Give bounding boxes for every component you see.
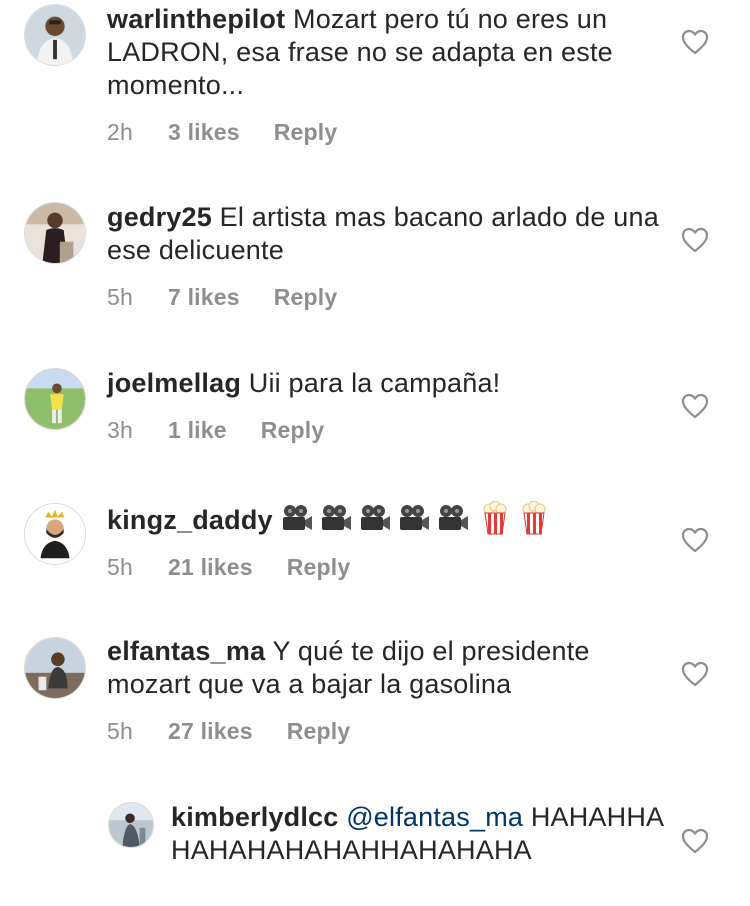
movie-camera-icon [280, 503, 314, 533]
like-heart-icon[interactable] [681, 527, 709, 553]
comment-time: 3h [107, 417, 133, 443]
emoji-row [280, 501, 548, 535]
comment-username[interactable]: gedry25 [107, 202, 212, 232]
avatar[interactable] [108, 802, 154, 848]
avatar[interactable] [24, 637, 86, 699]
comment-text: Uii para la campaña! [248, 368, 501, 398]
avatar[interactable] [24, 202, 86, 264]
reply-button[interactable]: Reply [274, 116, 338, 149]
comment-meta: 5h 21 likes Reply [107, 551, 667, 584]
comment-likes[interactable]: 27 likes [168, 715, 253, 748]
comment-body: joelmellag Uii para la campaña! 3h 1 lik… [107, 367, 667, 447]
comment-likes[interactable]: 3 likes [168, 116, 240, 149]
avatar-image [25, 5, 85, 65]
comment-time: 5h [107, 554, 133, 580]
like-heart-icon[interactable] [681, 661, 709, 687]
avatar-image [25, 369, 85, 429]
like-heart-icon[interactable] [681, 29, 709, 55]
avatar-image [25, 638, 85, 698]
comment-body: elfantas_ma Y qué te dijo el presidente … [107, 635, 667, 748]
avatar-image [109, 803, 153, 847]
reply-button[interactable]: Reply [274, 281, 338, 314]
movie-camera-icon [319, 503, 353, 533]
comment-username[interactable]: warlinthepilot [107, 4, 285, 34]
popcorn-icon [520, 501, 548, 535]
reply-button[interactable]: Reply [261, 414, 325, 447]
mention-link[interactable]: @elfantas_ma [346, 802, 523, 832]
comment-time: 2h [107, 119, 133, 145]
comment-meta: 5h 27 likes Reply [107, 715, 667, 748]
popcorn-icon [481, 501, 509, 535]
movie-camera-icon [397, 503, 431, 533]
like-heart-icon[interactable] [681, 227, 709, 253]
comment-time: 5h [107, 718, 133, 744]
comment-likes[interactable]: 21 likes [168, 551, 253, 584]
reply-button[interactable]: Reply [287, 715, 351, 748]
avatar[interactable] [24, 368, 86, 430]
avatar[interactable] [24, 4, 86, 66]
movie-camera-icon [436, 503, 470, 533]
avatar[interactable] [24, 503, 86, 565]
comment-time: 5h [107, 284, 133, 310]
reply-button[interactable]: Reply [287, 551, 351, 584]
comment-body: kimberlydlcc @elfantas_ma HAHAHHAHAHAHAH… [171, 801, 671, 867]
comment-username[interactable]: elfantas_ma [107, 636, 265, 666]
comment-meta: 3h 1 like Reply [107, 414, 667, 447]
avatar-image [25, 504, 85, 564]
comment-username[interactable]: kimberlydlcc [171, 802, 339, 832]
movie-camera-icon [358, 503, 392, 533]
comment-username[interactable]: joelmellag [107, 368, 241, 398]
comment-likes[interactable]: 1 like [168, 414, 227, 447]
comment-meta: 2h 3 likes Reply [107, 116, 667, 149]
avatar-image [25, 203, 85, 263]
comment-body: warlinthepilot Mozart pero tú no eres un… [107, 3, 667, 149]
comment-username[interactable]: kingz_daddy [107, 505, 273, 535]
like-heart-icon[interactable] [681, 393, 709, 419]
like-heart-icon[interactable] [681, 828, 709, 854]
comment-body: kingz_daddy 5h 21 likes Reply [107, 501, 667, 584]
comment-likes[interactable]: 7 likes [168, 281, 240, 314]
comment-body: gedry25 El artista mas bacano arlado de … [107, 201, 667, 314]
comment-meta: 5h 7 likes Reply [107, 281, 667, 314]
